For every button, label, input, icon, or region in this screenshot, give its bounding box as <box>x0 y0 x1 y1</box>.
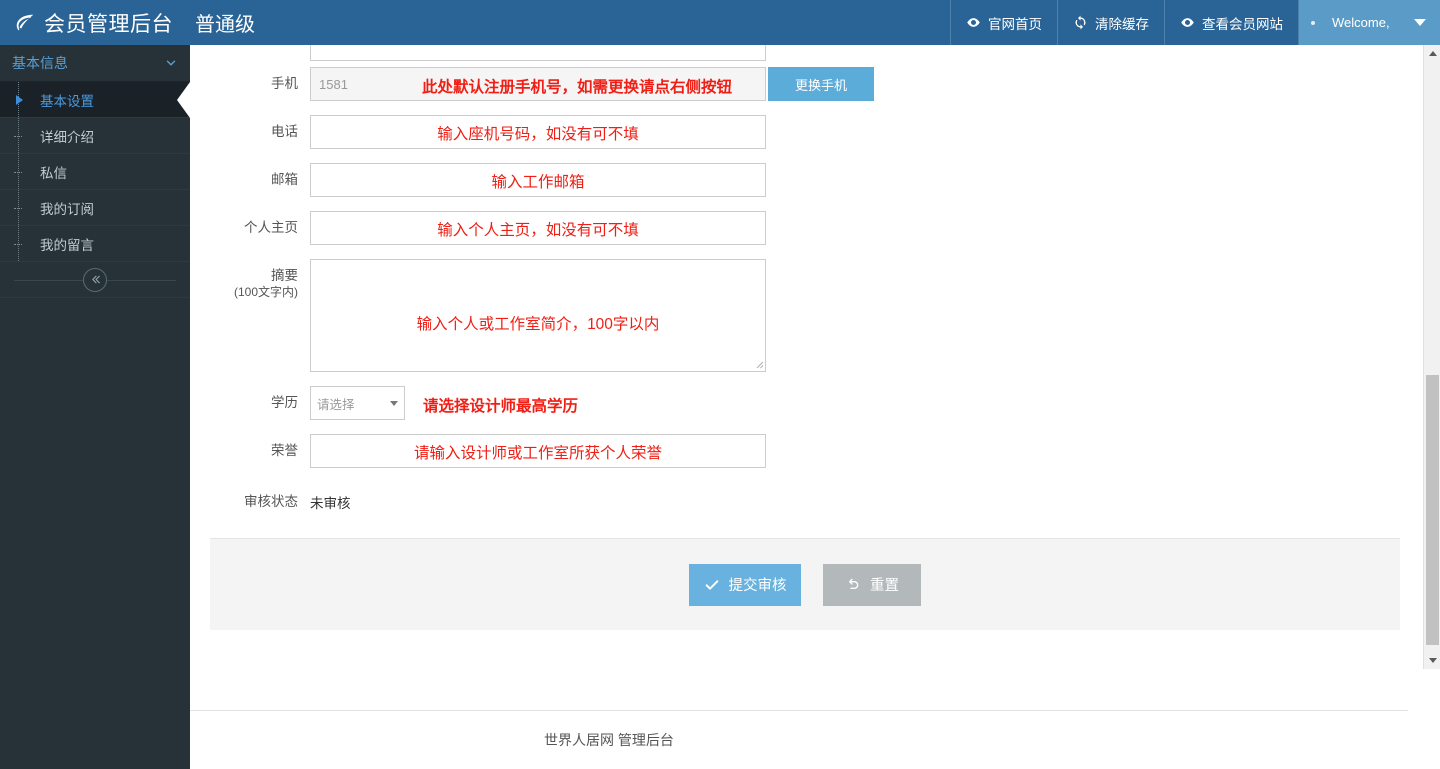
reset-label: 重置 <box>870 574 899 595</box>
nav-item-view-member-site[interactable]: 查看会员网站 <box>1164 0 1298 45</box>
page-footer: 世界人居网 管理后台 <box>190 710 1408 769</box>
footer-text: 世界人居网 管理后台 <box>544 730 674 750</box>
education-select[interactable]: 请选择 <box>310 386 405 420</box>
sidebar-item-my-subscriptions[interactable]: 我的订阅 <box>0 190 190 226</box>
tree-tick <box>14 244 22 245</box>
tree-tick <box>14 172 22 173</box>
change-mobile-button[interactable]: 更换手机 <box>768 67 874 101</box>
submit-review-label: 提交审核 <box>729 574 787 595</box>
submit-review-button[interactable]: 提交审核 <box>689 564 801 606</box>
top-nav: 官网首页 清除缓存 查看会员网站 Welcome, <box>950 0 1440 45</box>
form-row-mobile: 手机 此处默认注册手机号，如需更换请点右侧按钮 更换手机 <box>190 67 1408 101</box>
audit-status-value: 未审核 <box>310 492 351 512</box>
summary-label: 摘要 (100文字内) <box>190 259 298 300</box>
sidebar-collapse-button[interactable] <box>83 268 107 292</box>
honor-label: 荣誉 <box>190 434 298 460</box>
form-row-clipped: 自我介绍 <box>190 45 1408 67</box>
summary-textarea[interactable] <box>310 259 766 372</box>
chevron-down-icon <box>164 56 178 70</box>
nav-item-clear-cache-label: 清除缓存 <box>1095 13 1149 33</box>
profile-form: 自我介绍 手机 此处默认注册手机号，如需更换请点右侧按钮 更换手机 电话 输入座… <box>190 45 1408 630</box>
form-row-email: 邮箱 输入工作邮箱 <box>190 163 1408 197</box>
sidebar-item-my-messages[interactable]: 我的留言 <box>0 226 190 262</box>
form-row-honor: 荣誉 请输入设计师或工作室所获个人荣誉 <box>190 434 1408 468</box>
homepage-input[interactable] <box>310 211 766 245</box>
active-arrow-icon <box>16 95 23 105</box>
check-icon <box>704 577 720 593</box>
sidebar-item-label: 基本设置 <box>40 90 94 110</box>
scroll-thumb[interactable] <box>1426 375 1439 645</box>
education-field-wrap: 请选择 请选择设计师最高学历 <box>310 386 405 420</box>
caret-down-icon <box>1414 19 1426 26</box>
nav-item-clear-cache[interactable]: 清除缓存 <box>1057 0 1164 45</box>
telephone-field-wrap: 输入座机号码，如没有可不填 <box>310 115 766 149</box>
triangle-up-icon <box>1429 51 1437 56</box>
form-row-summary: 摘要 (100文字内) 输入个人或工作室简介，100字以内 <box>190 259 1408 372</box>
scroll-down-button[interactable] <box>1424 652 1440 669</box>
homepage-label: 个人主页 <box>190 211 298 237</box>
sidebar-group-basic-info[interactable]: 基本信息 <box>0 45 190 82</box>
sidebar-item-detail-intro[interactable]: 详细介绍 <box>0 118 190 154</box>
reset-button[interactable]: 重置 <box>823 564 921 606</box>
brand-title: 会员管理后台 <box>44 8 173 38</box>
summary-label-main: 摘要 <box>271 268 298 283</box>
brand-area[interactable]: 会员管理后台 普通级 <box>0 0 255 45</box>
triangle-down-icon <box>1429 658 1437 663</box>
nav-item-view-member-site-label: 查看会员网站 <box>1202 13 1283 33</box>
member-level-label: 普通级 <box>195 8 255 37</box>
vertical-scrollbar[interactable] <box>1423 45 1440 669</box>
tree-tick <box>14 208 22 209</box>
sidebar: 基本信息 基本设置 详细介绍 私信 我的订阅 我的留言 <box>0 45 190 769</box>
form-row-education: 学历 请选择 请选择设计师最高学历 <box>190 386 1408 420</box>
active-notch <box>177 82 190 118</box>
form-row-homepage: 个人主页 输入个人主页，如没有可不填 <box>190 211 1408 245</box>
user-status-dot <box>1311 21 1315 25</box>
mobile-label: 手机 <box>190 67 298 93</box>
nav-item-official-home-label: 官网首页 <box>988 13 1042 33</box>
double-chevron-left-icon <box>89 273 102 286</box>
clipped-row-input[interactable] <box>310 45 766 61</box>
top-header-bar: 会员管理后台 普通级 官网首页 清除缓存 查看会员网站 Welcome, <box>0 0 1440 45</box>
main-content: 自我介绍 手机 此处默认注册手机号，如需更换请点右侧按钮 更换手机 电话 输入座… <box>190 45 1408 769</box>
leaf-icon <box>14 12 36 34</box>
scroll-up-button[interactable] <box>1424 45 1440 62</box>
refresh-icon <box>1073 15 1088 30</box>
email-field-wrap: 输入工作邮箱 <box>310 163 766 197</box>
sidebar-item-label: 私信 <box>40 162 67 182</box>
sidebar-item-label: 我的留言 <box>40 234 94 254</box>
honor-input[interactable] <box>310 434 766 468</box>
nav-item-official-home[interactable]: 官网首页 <box>950 0 1057 45</box>
form-actions-panel: 提交审核 重置 <box>210 538 1400 630</box>
summary-field-wrap: 输入个人或工作室简介，100字以内 <box>310 259 766 372</box>
sidebar-collapse-row <box>0 262 190 298</box>
undo-icon <box>845 577 861 593</box>
sidebar-item-private-message[interactable]: 私信 <box>0 154 190 190</box>
mobile-field-wrap: 此处默认注册手机号，如需更换请点右侧按钮 更换手机 <box>310 67 766 101</box>
email-label: 邮箱 <box>190 163 298 189</box>
telephone-input[interactable] <box>310 115 766 149</box>
sidebar-item-label: 我的订阅 <box>40 198 94 218</box>
education-annotation: 请选择设计师最高学历 <box>423 394 578 416</box>
education-selected-value: 请选择 <box>317 394 355 413</box>
welcome-label: Welcome, <box>1332 15 1390 30</box>
audit-status-label: 审核状态 <box>190 494 298 511</box>
sidebar-item-label: 详细介绍 <box>40 126 94 146</box>
education-label: 学历 <box>190 386 298 412</box>
eye-icon <box>1180 15 1195 30</box>
telephone-label: 电话 <box>190 115 298 141</box>
tree-tick <box>14 136 22 137</box>
mobile-input[interactable] <box>310 67 766 101</box>
homepage-field-wrap: 输入个人主页，如没有可不填 <box>310 211 766 245</box>
form-row-telephone: 电话 输入座机号码，如没有可不填 <box>190 115 1408 149</box>
summary-label-hint: (100文字内) <box>190 285 298 300</box>
eye-icon <box>966 15 981 30</box>
honor-field-wrap: 请输入设计师或工作室所获个人荣誉 <box>310 434 766 468</box>
email-input[interactable] <box>310 163 766 197</box>
form-row-audit-status: 审核状态 未审核 <box>190 492 1408 512</box>
user-menu[interactable]: Welcome, <box>1298 0 1440 45</box>
sidebar-item-basic-settings[interactable]: 基本设置 <box>0 82 190 118</box>
chevron-down-icon <box>390 401 398 406</box>
sidebar-group-title: 基本信息 <box>12 53 68 73</box>
